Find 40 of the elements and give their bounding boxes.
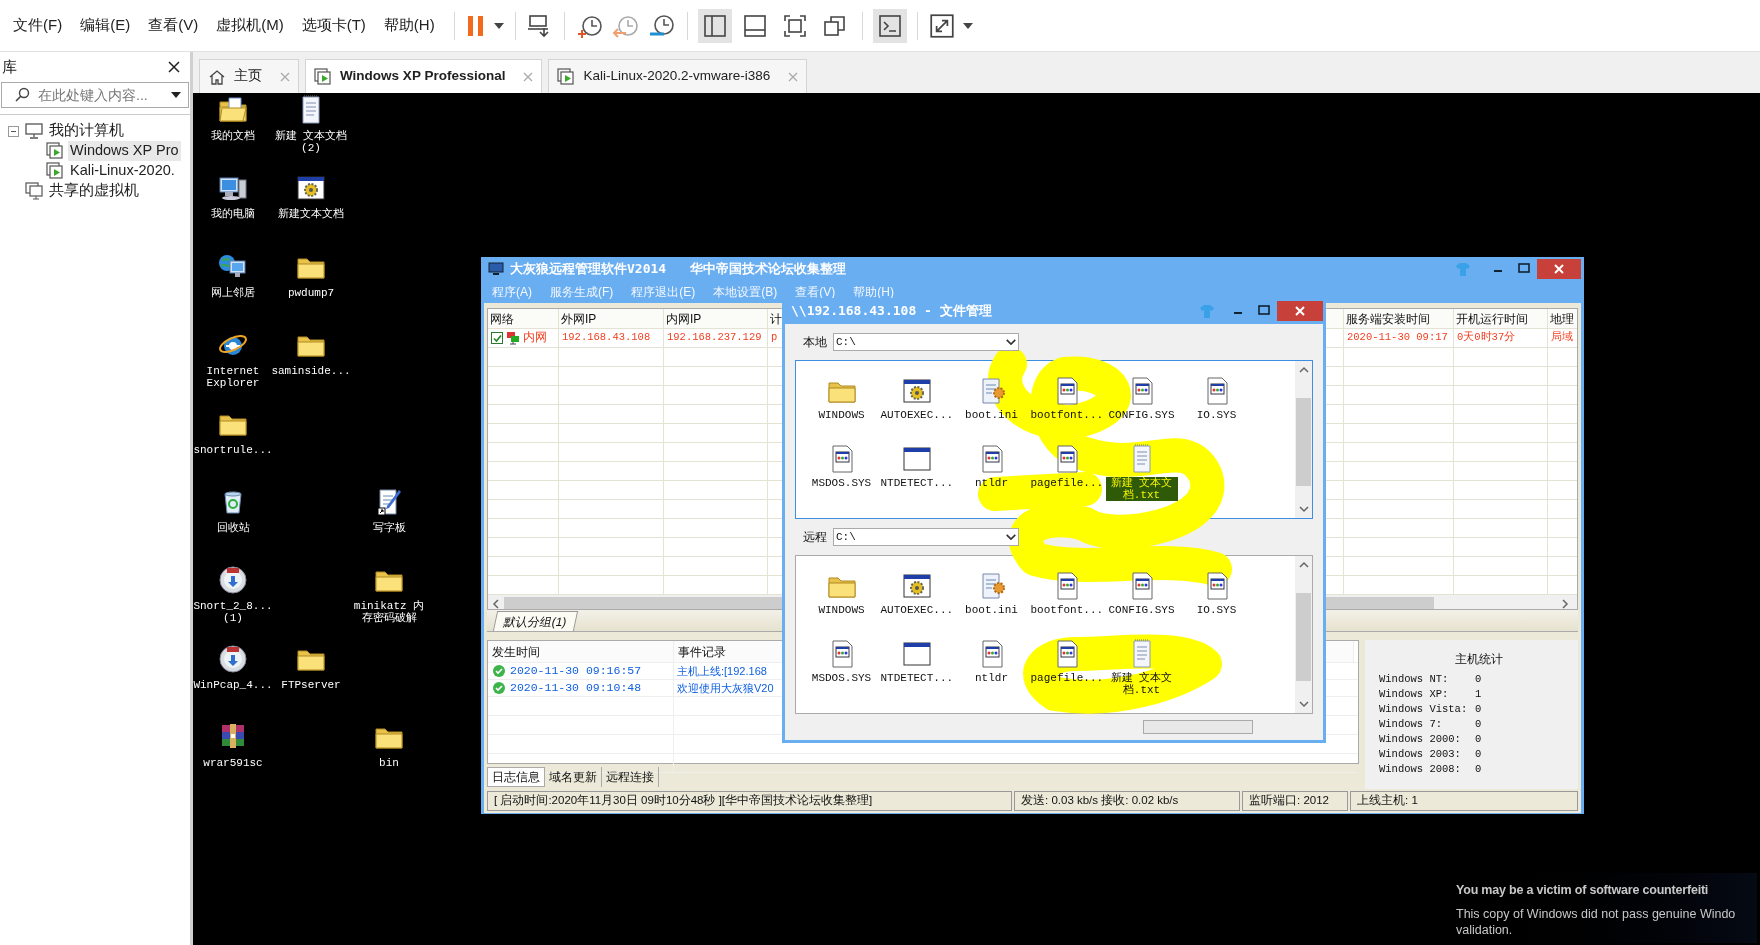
window-title: 大灰狼远程管理软件V2014 华中帝国技术论坛收集整理 [510, 260, 846, 279]
notice-title: You may be a victim of software counterfeiti [1456, 882, 1710, 899]
stat-value: 0 [1475, 671, 1482, 687]
stat-label: Windows 2000: [1379, 731, 1462, 747]
stat-value: 1 [1475, 686, 1482, 702]
table-cell: 0天0时37分 [1454, 329, 1548, 347]
panel-title: 主机统计 [1454, 651, 1503, 668]
stat-value: 0 [1475, 716, 1482, 732]
table-cell-text: 2020-11-30 09:10:48 [510, 680, 642, 697]
window-title: \\192.168.43.108 - 文件管理 [791, 302, 992, 321]
status-segment: [ 启动时间:2020年11月30日 09时10分48秒 ][华中帝国技术论坛收集整理] [487, 791, 1012, 811]
stat-label: Windows 2008: [1379, 761, 1462, 777]
stat-label: Windows 2003: [1379, 746, 1462, 762]
field-label: 远程 [803, 529, 827, 546]
tab-label: Windows XP Professional [340, 67, 506, 86]
stat-value: 0 [1475, 746, 1482, 762]
table-cell: 局域 [1548, 329, 1577, 347]
table-cell-text: 内网 [523, 330, 547, 346]
status-segment: 监听端口: 2012 [1242, 791, 1348, 811]
status-segment: 发送: 0.03 kb/s 接收: 0.02 kb/s [1014, 791, 1240, 811]
stat-label: Windows 7: [1379, 716, 1443, 732]
field-label: 本地 [803, 334, 827, 351]
panel-title: 库 [2, 56, 17, 77]
stat-label: Windows Vista: [1379, 701, 1469, 717]
status-segment: 上线主机: 1 [1350, 791, 1578, 811]
stat-value: 0 [1475, 761, 1482, 777]
table-cell: 192.168.43.108 [559, 329, 664, 347]
notice-text: validation. [1456, 921, 1514, 938]
table-cell-text: 欢迎使用大灰狼V20 [676, 680, 774, 696]
stat-value: 0 [1475, 701, 1482, 717]
table-cell-text: 主机上线:[192.168 [676, 663, 767, 679]
tab-label: Kali-Linux-2020.2-vmware-i386 [583, 67, 771, 86]
notice-text: This copy of Windows did not pass genuine Windo [1456, 905, 1737, 922]
tab-label: 主页 [234, 67, 262, 86]
stat-value: 0 [1475, 731, 1482, 747]
stat-label: Windows XP: [1379, 686, 1450, 702]
stat-label: Windows NT: [1379, 671, 1450, 687]
table-cell: 192.168.237.129 [664, 329, 768, 347]
table-cell: 2020-11-30 09:17 [1344, 329, 1454, 347]
table-cell-text: 2020-11-30 09:16:57 [510, 663, 642, 680]
